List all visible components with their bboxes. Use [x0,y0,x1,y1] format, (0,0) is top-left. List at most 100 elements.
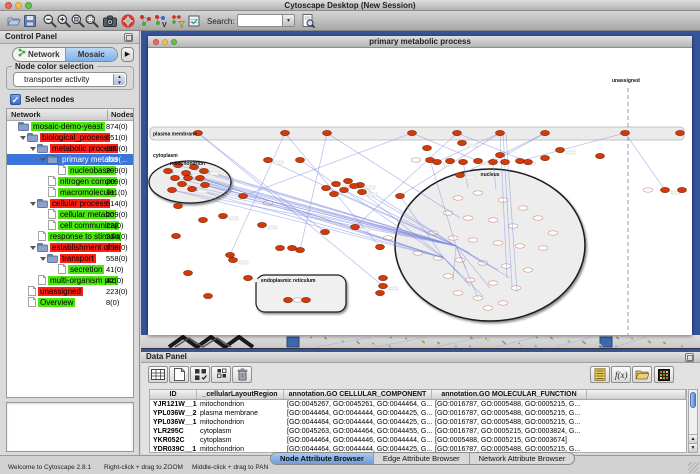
network-node[interactable] [330,191,339,196]
network-node[interactable] [200,168,209,173]
network-node[interactable] [201,182,210,187]
network-node[interactable] [376,244,385,249]
open-button[interactable] [6,13,22,29]
tree-row[interactable]: multi-organism pro42(0) [7,275,133,286]
help-button[interactable] [120,13,136,29]
zoom-fit-button[interactable] [84,13,100,29]
save-button[interactable] [22,13,38,29]
tree-row[interactable]: mosaic-demo-yeast874(0) [7,121,133,132]
tree-row[interactable]: transport558(0) [7,253,133,264]
network-node[interactable] [661,187,670,192]
network-node[interactable] [281,130,290,135]
network-node-small[interactable] [518,206,528,210]
expand-triangle-icon[interactable] [40,257,46,261]
annotations-button[interactable] [186,13,202,29]
network-node[interactable] [474,158,483,163]
tab-mosaic[interactable]: Mosaic [65,48,118,61]
birds-eye-view[interactable] [6,402,134,452]
network-node-small[interactable] [643,188,653,192]
network-node-small[interactable] [453,196,463,200]
network-node[interactable] [453,130,462,135]
network-node[interactable] [178,181,187,186]
create-attribute-button[interactable] [169,366,189,383]
tree-row[interactable]: cell communicat22(0) [7,220,133,231]
network-node[interactable] [496,130,505,135]
network-node[interactable] [340,187,349,192]
network-node[interactable] [458,140,467,145]
network-node[interactable] [226,252,235,257]
network-node-small[interactable] [453,291,463,295]
network-node[interactable] [199,217,208,222]
network-node[interactable] [678,187,687,192]
tree-row[interactable]: cellular process614(0) [7,198,133,209]
network-node[interactable] [501,159,510,164]
column-header[interactable]: annotation.GO CELLULAR_COMPONENT [284,390,432,399]
network-canvas[interactable]: plasma membranecytoplasmmitochondrionnuc… [148,48,692,335]
network-node[interactable] [196,175,205,180]
snapshot-button[interactable] [102,13,118,29]
tree-row[interactable]: establishment of lo558(0) [7,242,133,253]
expand-triangle-icon[interactable] [30,246,36,250]
tree-row[interactable]: primary metabo209(... [7,154,133,165]
table-row[interactable]: YPL036W__2plasma membrane[GO:0044464, GO… [150,409,686,418]
network-node[interactable] [276,245,285,250]
network-node[interactable] [344,178,353,183]
network-node[interactable] [351,224,360,229]
network-node[interactable] [296,247,305,252]
function-builder-button[interactable]: f(x) [611,366,631,383]
network-node[interactable] [459,159,468,164]
network-node[interactable] [164,168,173,173]
tab-overflow-button[interactable]: ▶ [121,47,134,62]
scrollbar-thumb[interactable] [690,392,696,408]
tab-network[interactable]: Network [13,48,65,61]
network-node-small[interactable] [463,216,473,220]
network-node[interactable] [284,297,293,302]
network-node[interactable] [496,152,505,157]
tree-row[interactable]: macromolecule311(0) [7,187,133,198]
network-node-small[interactable] [548,231,558,235]
network-node[interactable] [188,186,197,191]
network-node[interactable] [302,297,311,302]
network-node[interactable] [239,193,248,198]
network-node-small[interactable] [493,241,503,245]
network-node[interactable] [171,175,180,180]
unselect-attributes-button[interactable] [211,366,231,383]
network-node[interactable] [516,158,525,163]
expand-triangle-icon[interactable] [40,158,46,162]
tab-node-attribute-browser[interactable]: Node Attribute Browser [271,453,373,464]
network-node[interactable] [358,189,367,194]
network-node[interactable] [456,172,465,177]
tree-row[interactable]: cellular metabo209(0) [7,209,133,220]
network-node[interactable] [168,187,177,192]
network-node[interactable] [376,290,385,295]
tree-row[interactable]: nucleobase-209(0) [7,165,133,176]
network-node[interactable] [396,193,405,198]
vizmapper-button[interactable]: V [153,13,169,29]
network-node-small[interactable] [515,244,525,248]
tree-row[interactable]: unassigned223(0) [7,286,133,297]
network-node[interactable] [379,275,388,280]
network-node[interactable] [541,155,550,160]
network-window-titlebar[interactable]: primary metabolic process [148,36,692,48]
table-row[interactable]: YPL036W__1mitochondrion[GO:0044464, GO:0… [150,418,686,427]
tab-edge-attribute-browser[interactable]: Edge Attribute Browser [373,453,469,464]
network-node[interactable] [350,183,359,188]
resize-grip[interactable] [688,462,699,473]
tree-row[interactable]: Overview8(0) [7,297,133,308]
search-input[interactable] [237,14,283,27]
network-node[interactable] [174,203,183,208]
column-header[interactable]: _cellularLayoutRegion [197,390,284,399]
network-node[interactable] [296,157,305,162]
network-node-small[interactable] [411,158,421,162]
select-nodes-checkbox[interactable]: ✓ [10,94,21,105]
table-row[interactable]: YJR121W__1mitochondrion[GO:0045267, GO:0… [150,400,686,409]
expand-triangle-icon[interactable] [30,202,36,206]
expand-triangle-icon[interactable] [30,147,36,151]
advanced-search-button[interactable] [300,13,316,29]
network-node-small[interactable] [468,238,478,242]
network-node[interactable] [172,233,181,238]
color-attribute-select[interactable]: transporter activity ▲▼ [13,72,127,87]
table-row[interactable]: YLR295Ccytoplasm[GO:0045263, GO:0044464,… [150,427,686,436]
table-row[interactable]: YKR052Ccytoplasm[GO:0044464, GO:0044446,… [150,436,686,445]
network-node-small[interactable] [533,216,543,220]
